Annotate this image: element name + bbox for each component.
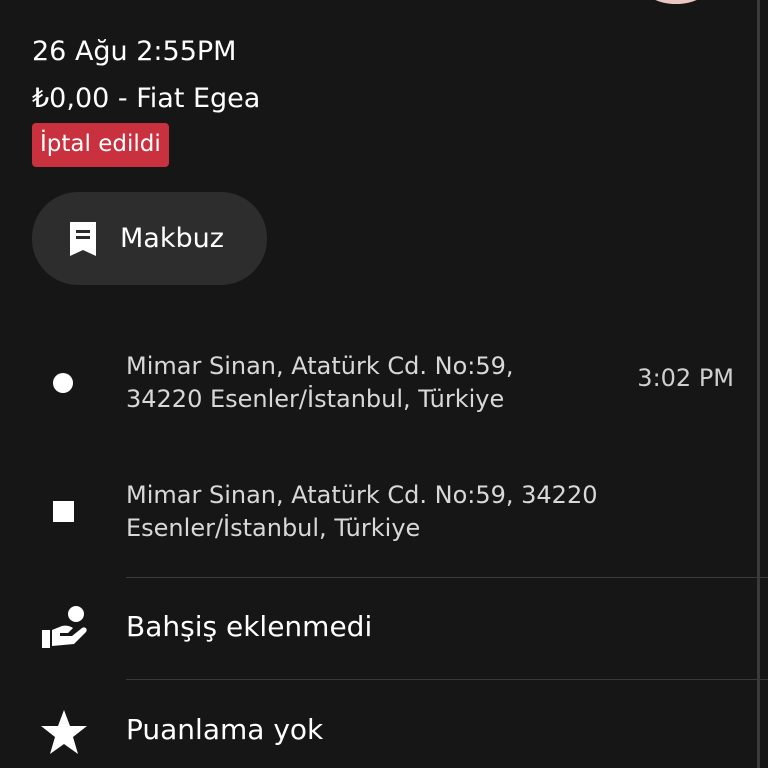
status-badge: İptal edildi — [32, 123, 169, 167]
divider — [126, 679, 768, 680]
receipt-label: Makbuz — [120, 223, 224, 254]
dropoff-address-line1: Mimar Sinan, Atatürk Cd. No:59, 34220 — [126, 481, 598, 509]
dropoff-address-line2: Esenler/İstanbul, Türkiye — [126, 514, 421, 542]
pickup-address: Mimar Sinan, Atatürk Cd. No:59, 34220 Es… — [126, 350, 514, 416]
star-icon — [41, 710, 87, 754]
trip-date-time: 26 Ağu 2:55PM — [32, 36, 237, 67]
hand-coin-icon — [42, 606, 87, 648]
pickup-time: 3:02 PM — [637, 364, 734, 392]
rating-label: Puanlama yok — [126, 713, 324, 746]
driver-avatar — [640, 0, 712, 4]
receipt-icon — [70, 221, 96, 256]
pickup-dot-icon — [53, 373, 73, 393]
dropoff-address: Mimar Sinan, Atatürk Cd. No:59, 34220 Es… — [126, 479, 598, 545]
tip-label: Bahşiş eklenmedi — [126, 610, 373, 643]
receipt-button[interactable]: Makbuz — [32, 192, 267, 285]
divider — [126, 577, 768, 578]
trip-price-vehicle: ₺0,00 - Fiat Egea — [32, 83, 261, 114]
pickup-address-line1: Mimar Sinan, Atatürk Cd. No:59, — [126, 352, 514, 380]
dropoff-square-icon — [53, 501, 74, 522]
scrollbar[interactable] — [757, 0, 760, 768]
pickup-address-line2: 34220 Esenler/İstanbul, Türkiye — [126, 385, 505, 413]
